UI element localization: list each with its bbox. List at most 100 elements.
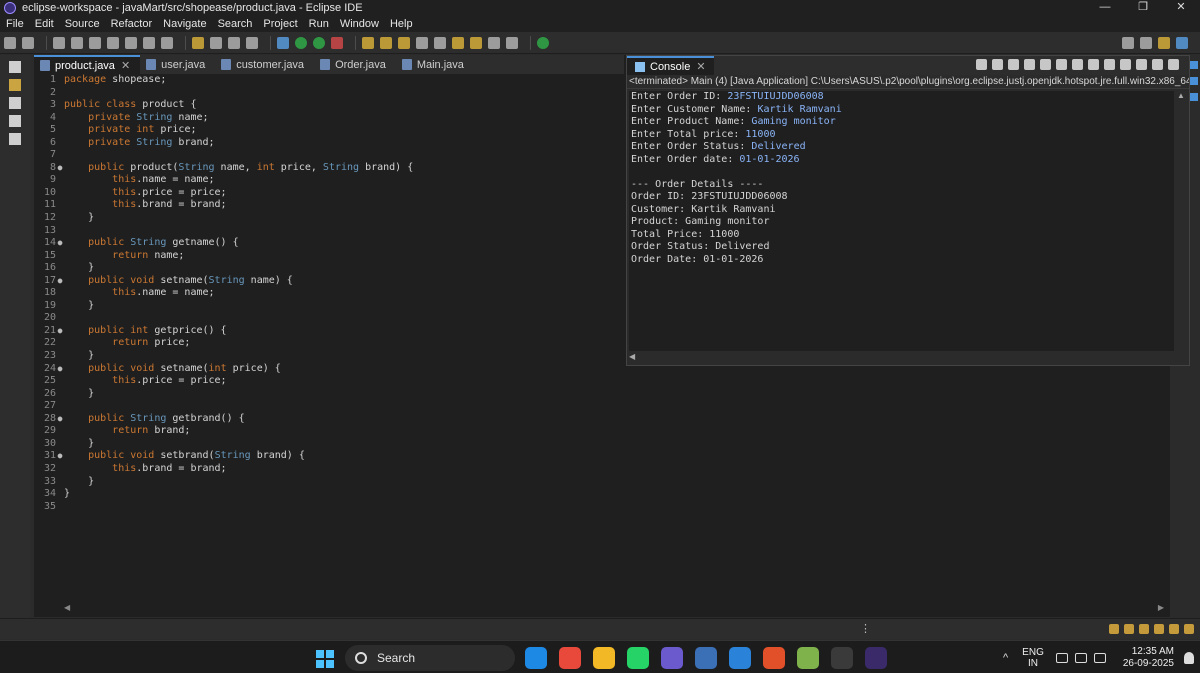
code-line[interactable]: 6 private String brand; (34, 137, 624, 150)
fold-marker[interactable] (56, 501, 64, 514)
fold-marker[interactable]: ● (56, 325, 64, 338)
code-line[interactable]: 31 ● public void setbrand(String brand) { (34, 450, 624, 463)
scroll-lock-icon[interactable] (1040, 59, 1051, 70)
tab-main-java[interactable]: Main.java (396, 55, 474, 74)
task-view-icon[interactable] (1190, 77, 1198, 85)
open-type-icon[interactable] (210, 36, 222, 49)
code-line[interactable]: 28 ● public String getbrand() { (34, 413, 624, 426)
code-line[interactable]: 16 } (34, 262, 624, 275)
open-console-icon[interactable] (1136, 59, 1147, 70)
network-icon[interactable] (1055, 653, 1068, 663)
display-console-icon[interactable] (1120, 59, 1131, 70)
file-explorer-icon[interactable] (593, 647, 615, 669)
toggle-mark-icon[interactable] (246, 36, 258, 49)
menu-edit[interactable]: Edit (35, 18, 54, 30)
console-output[interactable]: Enter Order ID: 23FSTUIUJDD06008 Enter Cu… (629, 91, 1174, 351)
show-hidden-icons-icon[interactable]: ^ (1003, 652, 1008, 664)
code-line[interactable]: 19 } (34, 300, 624, 313)
remove-launch-icon[interactable] (992, 59, 1003, 70)
pin-console-icon[interactable] (1104, 59, 1115, 70)
tab-console[interactable]: Console ✕ (627, 56, 714, 75)
console-horizontal-scrollbar[interactable]: ◀ (629, 352, 1174, 362)
menu-run[interactable]: Run (309, 18, 329, 30)
code-line[interactable]: 17 ● public void setname(String name) { (34, 275, 624, 288)
code-line[interactable]: 24 ● public void setname(int price) { (34, 363, 624, 376)
word-wrap-icon[interactable] (1056, 59, 1067, 70)
code-line[interactable]: 32 this.brand = brand; (34, 463, 624, 476)
tab-user-java[interactable]: user.java (140, 55, 215, 74)
next-edit-icon[interactable] (470, 36, 482, 49)
code-line[interactable]: 8 ● public product(String name, int price… (34, 162, 624, 175)
fold-marker[interactable] (56, 488, 64, 501)
annotation-icon[interactable] (416, 36, 428, 49)
menu-search[interactable]: Search (218, 18, 253, 30)
code-line[interactable]: 26 } (34, 388, 624, 401)
code-line[interactable]: 30 } (34, 438, 624, 451)
search-toolbar-icon[interactable] (228, 36, 240, 49)
fold-marker[interactable]: ● (56, 450, 64, 463)
tab-order-java[interactable]: Order.java (314, 55, 396, 74)
fold-marker[interactable] (56, 112, 64, 125)
update-icon[interactable] (1154, 624, 1164, 634)
code-line[interactable]: 18 this.name = name; (34, 287, 624, 300)
fold-marker[interactable]: ● (56, 237, 64, 250)
code-line[interactable]: 25 this.price = price; (34, 375, 624, 388)
lightbulb-icon[interactable] (1184, 624, 1194, 634)
close-button[interactable]: ✕ (1162, 0, 1200, 15)
fold-marker[interactable] (56, 287, 64, 300)
coverage-icon[interactable] (313, 36, 325, 49)
step-over-icon[interactable] (143, 36, 155, 49)
code-area[interactable]: 1 package shopease; 2 3 public class product… (34, 74, 624, 513)
problems-view-icon[interactable] (1190, 93, 1198, 101)
suspend-icon[interactable] (89, 36, 101, 49)
maximize-view-icon[interactable] (1168, 59, 1179, 70)
code-line[interactable]: 9 this.name = name; (34, 174, 624, 187)
menu-navigate[interactable]: Navigate (163, 18, 206, 30)
code-line[interactable]: 10 this.price = price; (34, 187, 624, 200)
fold-marker[interactable] (56, 312, 64, 325)
terminate-icon[interactable] (976, 59, 987, 70)
java-perspective-icon[interactable] (1158, 37, 1170, 49)
outline-view-icon[interactable] (1190, 61, 1198, 69)
code-line[interactable]: 23 } (34, 350, 624, 363)
fold-marker[interactable] (56, 199, 64, 212)
notification-bell-icon[interactable] (1184, 652, 1194, 664)
close-icon[interactable]: ✕ (121, 59, 130, 72)
fold-marker[interactable] (56, 463, 64, 476)
tab-product-java[interactable]: product.java ✕ (34, 55, 141, 74)
code-line[interactable]: 1 package shopease; (34, 74, 624, 87)
progress-icon[interactable] (1109, 624, 1119, 634)
restore-view-icon[interactable] (9, 61, 21, 73)
open-task-icon[interactable] (398, 36, 410, 49)
language-indicator[interactable]: ENG IN (1022, 647, 1044, 669)
code-line[interactable]: 13 (34, 225, 624, 238)
menu-source[interactable]: Source (65, 18, 100, 30)
fold-marker[interactable] (56, 375, 64, 388)
problems-icon[interactable] (9, 115, 21, 127)
terminate-icon[interactable] (107, 36, 119, 49)
taskbar-search[interactable]: Search (345, 645, 515, 671)
clear-console-icon[interactable] (1024, 59, 1035, 70)
code-line[interactable]: 27 (34, 400, 624, 413)
fold-marker[interactable] (56, 250, 64, 263)
pin-editor-icon[interactable] (537, 36, 549, 49)
code-line[interactable]: 22 return price; (34, 337, 624, 350)
scroll-right-icon[interactable]: ▶ (1158, 603, 1164, 612)
fold-marker[interactable] (56, 476, 64, 489)
fold-marker[interactable]: ● (56, 363, 64, 376)
tab-customer-java[interactable]: customer.java (215, 55, 314, 74)
clock[interactable]: 12:35 AM 26-09-2025 (1123, 646, 1174, 670)
fold-marker[interactable] (56, 300, 64, 313)
debug-perspective-icon[interactable] (1176, 37, 1188, 49)
fold-marker[interactable] (56, 149, 64, 162)
run-icon[interactable] (295, 36, 307, 49)
minimize-view-icon[interactable] (1152, 59, 1163, 70)
windows-start-button[interactable] (316, 650, 334, 668)
search-icon[interactable] (1122, 37, 1134, 49)
fold-marker[interactable] (56, 425, 64, 438)
prev-edit-icon[interactable] (452, 36, 464, 49)
fold-marker[interactable] (56, 124, 64, 137)
edge-icon[interactable] (525, 647, 547, 669)
code-line[interactable]: 5 private int price; (34, 124, 624, 137)
navigate-icon[interactable] (434, 36, 446, 49)
